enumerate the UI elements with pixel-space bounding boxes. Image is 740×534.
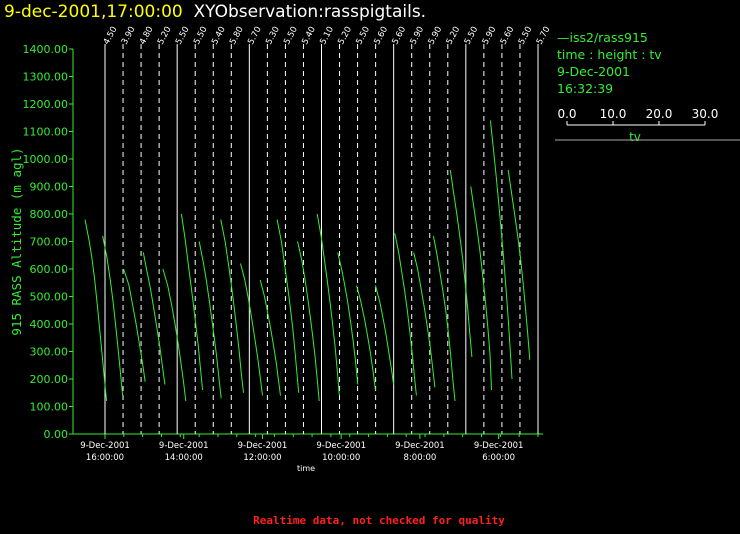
profile-label: 5.40	[210, 25, 228, 46]
y-tick-label: 1400.00	[23, 43, 69, 56]
scale-label: tv	[629, 130, 641, 144]
tv-profile-line	[123, 268, 146, 382]
tv-profile-line	[316, 213, 340, 396]
tv-profile-line	[337, 252, 359, 385]
tv-profile-line	[220, 219, 244, 393]
profile-label: 5.80	[228, 25, 246, 46]
y-tick-label: 800.00	[30, 208, 69, 221]
legend: —iss2/rass915 time : height : tv 9-Dec-2…	[557, 29, 662, 97]
tv-profile-line	[259, 279, 281, 396]
y-tick-label: 0.00	[44, 428, 69, 441]
tv-profile-line	[375, 285, 395, 385]
legend-series-label: —iss2/rass915	[557, 30, 648, 45]
tv-profile-line	[102, 235, 124, 396]
profile-label: 4.50	[102, 25, 120, 46]
scale-tick-label: 20.0	[646, 107, 673, 121]
tv-profile-line	[507, 169, 531, 360]
legend-variable: time : height : tv	[557, 47, 662, 62]
scale-tick-label: 30.0	[692, 107, 719, 121]
profile-label: 5.50	[282, 25, 300, 46]
quality-notice: Realtime data, not checked for quality	[253, 514, 505, 527]
tv-profile-line	[394, 233, 417, 396]
x-tick-date: 9-Dec-2001	[159, 441, 209, 451]
x-tick-date: 9-Dec-2001	[474, 441, 524, 451]
tv-profile-line	[449, 169, 473, 358]
x-tick-time: 10:00:00	[322, 453, 360, 463]
y-tick-label: 1300.00	[23, 71, 69, 84]
profile-label: 5.20	[336, 25, 354, 46]
scale-tick-label: 10.0	[600, 107, 627, 121]
tv-profile-line	[180, 213, 204, 391]
profile-label: 5.90	[427, 25, 445, 46]
tv-profile-line	[297, 241, 320, 402]
profile-label: 5.10	[318, 25, 336, 46]
tv-profile-line	[142, 252, 166, 385]
profile-label: 5.20	[156, 25, 174, 46]
tv-profile-line	[432, 235, 456, 402]
y-tick-label: 1100.00	[23, 126, 69, 139]
x-tick-date: 9-Dec-2001	[316, 441, 366, 451]
y-tick-label: 400.00	[30, 318, 69, 331]
tv-profile-line	[276, 219, 300, 393]
chart-plot: 0.00 100.00 200.00 300.00 400.00 500.00 600.00…	[9, 25, 550, 473]
tv-profile-line	[356, 285, 376, 391]
profile-label: 5.70	[246, 25, 264, 46]
tv-profile-line	[413, 252, 436, 388]
tv-profile-line	[162, 268, 187, 402]
legend-time: 16:32:39	[557, 81, 614, 96]
profile-label: 5.50	[463, 25, 481, 46]
tv-profile-line	[489, 120, 513, 380]
profile-label: 5.90	[481, 25, 499, 46]
profile-label: 5.40	[300, 25, 318, 46]
y-axis-title: 915 RASS Altitude (m agl)	[9, 147, 24, 335]
x-tick-time: 6:00:00	[482, 453, 515, 463]
x-tick-date: 9-Dec-2001	[80, 441, 130, 451]
y-tick-label: 1200.00	[23, 98, 69, 111]
profile-label: 5.50	[174, 25, 192, 46]
x-tick-time: 14:00:00	[165, 453, 203, 463]
legend-date: 9-Dec-2001	[557, 64, 630, 79]
x-tick-date: 9-Dec-2001	[238, 441, 288, 451]
profile-label: 3.90	[120, 25, 138, 46]
profile-label: 5.50	[354, 25, 372, 46]
legend-scale: 0.0 10.0 20.0 30.0 tv	[555, 107, 740, 144]
profile-label: 4.80	[138, 25, 156, 46]
y-tick-label: 500.00	[30, 291, 69, 304]
y-tick-label: 100.00	[30, 401, 69, 414]
profile-label: 5.70	[535, 25, 550, 46]
profile-label: 5.50	[192, 25, 210, 46]
y-tick-label: 300.00	[30, 346, 69, 359]
profile-label: 5.20	[445, 25, 463, 46]
tv-profile-line	[84, 219, 108, 402]
y-tick-label: 700.00	[30, 236, 69, 249]
y-tick-label: 200.00	[30, 373, 69, 386]
profile-label: 5.30	[264, 25, 282, 46]
y-tick-label: 600.00	[30, 263, 69, 276]
y-tick-label: 1000.00	[23, 153, 69, 166]
x-tick-time: 16:00:00	[86, 453, 124, 463]
tv-profile-line	[198, 241, 222, 399]
profile-label: 5.90	[409, 25, 427, 46]
profile-label: 5.60	[390, 25, 408, 46]
x-tick-date: 9-Dec-2001	[395, 441, 445, 451]
profile-label: 5.60	[499, 25, 517, 46]
x-tick-time: 8:00:00	[404, 453, 437, 463]
x-axis-title: time	[297, 464, 315, 473]
y-tick-label: 900.00	[30, 181, 69, 194]
tv-profile-line	[240, 263, 263, 396]
scale-tick-label: 0.0	[557, 107, 576, 121]
tv-profile-line	[470, 186, 492, 391]
x-tick-time: 12:00:00	[243, 453, 281, 463]
profile-label: 5.60	[372, 25, 390, 46]
profile-label: 5.50	[517, 25, 535, 46]
